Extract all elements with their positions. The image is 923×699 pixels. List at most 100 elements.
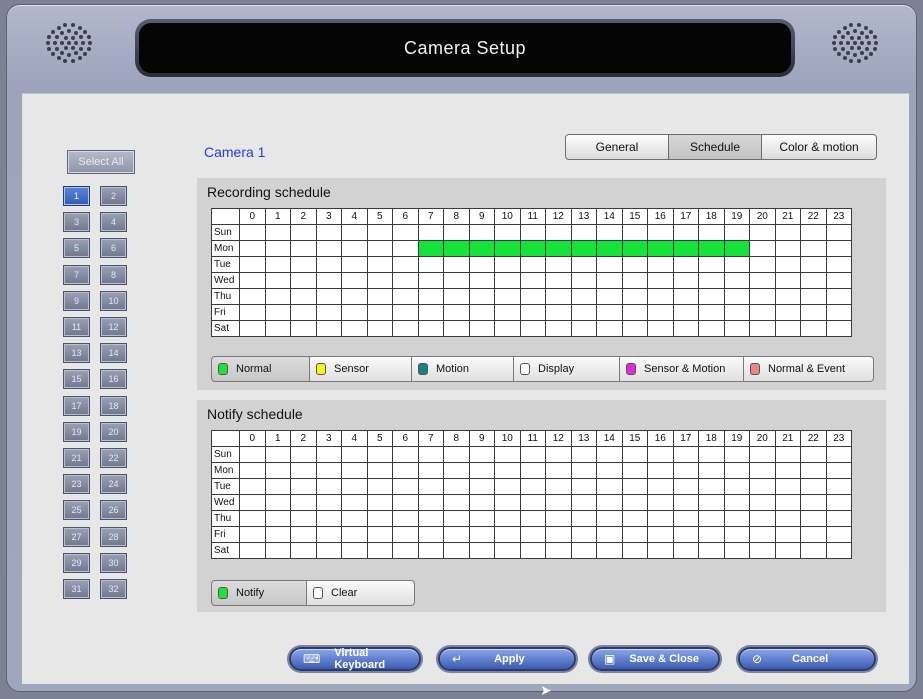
- recording-schedule-cell[interactable]: [341, 288, 368, 305]
- recording-schedule-cell[interactable]: [800, 320, 827, 337]
- camera-button-22[interactable]: 22: [100, 448, 127, 468]
- notify-schedule-cell[interactable]: [723, 462, 750, 479]
- notify-schedule-cell[interactable]: [366, 462, 393, 479]
- notify-schedule-cell[interactable]: [647, 494, 674, 511]
- notify-hour-header[interactable]: 17: [672, 430, 699, 447]
- notify-schedule-cell[interactable]: [290, 510, 317, 527]
- recording-schedule-cell[interactable]: [264, 304, 291, 321]
- notify-schedule-cell[interactable]: [825, 542, 852, 559]
- recording-schedule-cell[interactable]: [596, 256, 623, 273]
- notify-schedule-cell[interactable]: [621, 494, 648, 511]
- recording-schedule-cell[interactable]: [494, 288, 521, 305]
- recording-schedule-cell[interactable]: [698, 240, 725, 257]
- notify-schedule-cell[interactable]: [774, 494, 801, 511]
- recording-hour-header[interactable]: 10: [494, 208, 521, 225]
- recording-schedule-cell[interactable]: [366, 272, 393, 289]
- notify-schedule-cell[interactable]: [494, 478, 521, 495]
- notify-schedule-cell[interactable]: [468, 478, 495, 495]
- notify-schedule-cell[interactable]: [723, 494, 750, 511]
- recording-schedule-cell[interactable]: [800, 256, 827, 273]
- notify-schedule-cell[interactable]: [800, 542, 827, 559]
- notify-day-label[interactable]: Sun: [211, 446, 240, 463]
- notify-schedule-cell[interactable]: [545, 478, 572, 495]
- camera-button-8[interactable]: 8: [100, 264, 127, 285]
- notify-hour-header[interactable]: 19: [723, 430, 750, 447]
- recording-schedule-cell[interactable]: [519, 288, 546, 305]
- notify-schedule-cell[interactable]: [468, 510, 495, 527]
- notify-schedule-cell[interactable]: [290, 542, 317, 559]
- camera-button-12[interactable]: 12: [100, 317, 127, 337]
- recording-day-label[interactable]: Fri: [211, 304, 240, 321]
- recording-schedule-cell[interactable]: [545, 272, 572, 289]
- recording-hour-header[interactable]: 9: [468, 208, 495, 225]
- recording-schedule-cell[interactable]: [621, 320, 648, 337]
- notify-schedule-cell[interactable]: [315, 462, 342, 479]
- recording-schedule-cell[interactable]: [596, 224, 623, 241]
- recording-schedule-cell[interactable]: [366, 304, 393, 321]
- save-close-button[interactable]: ▣ Save & Close: [590, 647, 720, 671]
- camera-button-6[interactable]: 6: [100, 238, 127, 259]
- notify-schedule-cell[interactable]: [749, 510, 776, 527]
- camera-button-26[interactable]: 26: [100, 500, 127, 521]
- notify-schedule-cell[interactable]: [443, 542, 470, 559]
- notify-schedule-cell[interactable]: [698, 510, 725, 527]
- notify-schedule-cell[interactable]: [519, 478, 546, 495]
- recording-hour-header[interactable]: 16: [647, 208, 674, 225]
- notify-day-label[interactable]: Fri: [211, 526, 240, 543]
- notify-schedule-cell[interactable]: [570, 526, 597, 543]
- notify-mode-clear[interactable]: Clear: [307, 580, 415, 606]
- recording-schedule-cell[interactable]: [443, 224, 470, 241]
- recording-hour-header[interactable]: 13: [570, 208, 597, 225]
- notify-schedule-cell[interactable]: [494, 526, 521, 543]
- notify-schedule-cell[interactable]: [647, 526, 674, 543]
- camera-button-28[interactable]: 28: [100, 526, 127, 547]
- recording-schedule-cell[interactable]: [341, 272, 368, 289]
- recording-schedule-cell[interactable]: [749, 240, 776, 257]
- notify-schedule-cell[interactable]: [570, 542, 597, 559]
- recording-schedule-cell[interactable]: [825, 320, 852, 337]
- camera-button-16[interactable]: 16: [100, 369, 127, 390]
- notify-schedule-cell[interactable]: [570, 478, 597, 495]
- notify-schedule-cell[interactable]: [647, 462, 674, 479]
- recording-schedule-cell[interactable]: [341, 224, 368, 241]
- recording-day-label[interactable]: Tue: [211, 256, 240, 273]
- notify-schedule-cell[interactable]: [774, 478, 801, 495]
- notify-schedule-cell[interactable]: [315, 542, 342, 559]
- notify-schedule-cell[interactable]: [621, 526, 648, 543]
- recording-schedule-cell[interactable]: [392, 320, 419, 337]
- recording-schedule-cell[interactable]: [290, 320, 317, 337]
- recording-schedule-cell[interactable]: [494, 304, 521, 321]
- notify-hour-header[interactable]: 14: [596, 430, 623, 447]
- recording-schedule-cell[interactable]: [468, 272, 495, 289]
- notify-schedule-cell[interactable]: [494, 542, 521, 559]
- recording-mode-sensor[interactable]: Sensor: [310, 356, 412, 382]
- notify-schedule-cell[interactable]: [723, 446, 750, 463]
- recording-schedule-cell[interactable]: [290, 256, 317, 273]
- recording-schedule-cell[interactable]: [723, 240, 750, 257]
- notify-schedule-cell[interactable]: [315, 526, 342, 543]
- recording-schedule-cell[interactable]: [698, 224, 725, 241]
- notify-schedule-cell[interactable]: [621, 542, 648, 559]
- recording-mode-normal-event[interactable]: Normal & Event: [744, 356, 874, 382]
- recording-schedule-cell[interactable]: [341, 304, 368, 321]
- notify-schedule-cell[interactable]: [366, 510, 393, 527]
- recording-schedule-cell[interactable]: [672, 256, 699, 273]
- recording-schedule-cell[interactable]: [596, 240, 623, 257]
- notify-schedule-cell[interactable]: [264, 462, 291, 479]
- recording-hour-header[interactable]: 14: [596, 208, 623, 225]
- notify-day-label[interactable]: Mon: [211, 462, 240, 479]
- notify-schedule-cell[interactable]: [672, 462, 699, 479]
- recording-schedule-cell[interactable]: [315, 272, 342, 289]
- recording-schedule-cell[interactable]: [519, 224, 546, 241]
- recording-schedule-cell[interactable]: [800, 240, 827, 257]
- recording-schedule-cell[interactable]: [749, 224, 776, 241]
- recording-schedule-cell[interactable]: [800, 288, 827, 305]
- recording-schedule-cell[interactable]: [672, 288, 699, 305]
- notify-schedule-cell[interactable]: [545, 526, 572, 543]
- recording-schedule-cell[interactable]: [494, 240, 521, 257]
- recording-schedule-cell[interactable]: [315, 256, 342, 273]
- notify-schedule-cell[interactable]: [366, 542, 393, 559]
- notify-schedule-cell[interactable]: [494, 510, 521, 527]
- recording-schedule-cell[interactable]: [468, 288, 495, 305]
- recording-schedule-cell[interactable]: [774, 224, 801, 241]
